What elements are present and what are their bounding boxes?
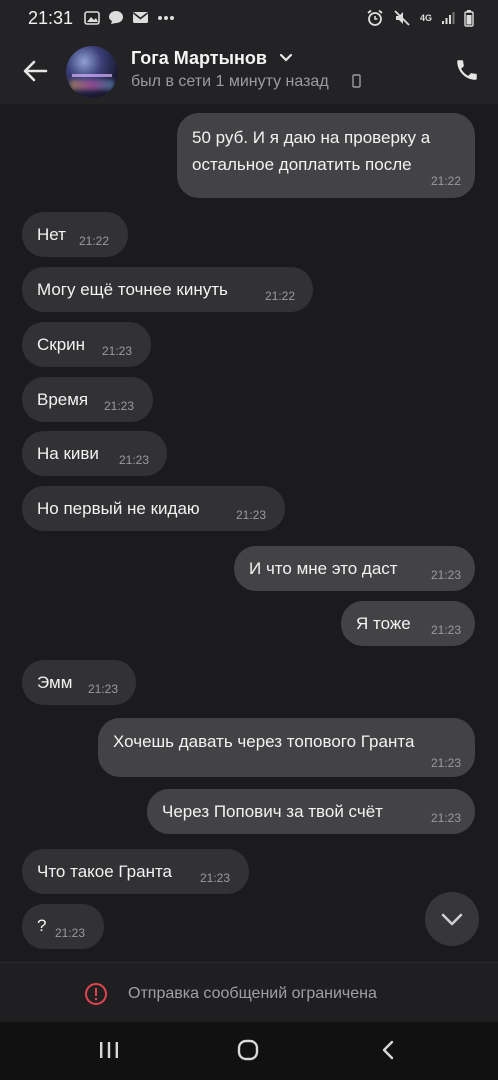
- back-icon[interactable]: [378, 1038, 398, 1062]
- message-time: 21:23: [430, 568, 461, 582]
- message-bubble-incoming[interactable]: Эмм 21:23: [22, 660, 136, 705]
- message-time: 21:23: [430, 811, 461, 825]
- battery-icon: [464, 9, 474, 27]
- message-bubble-incoming[interactable]: Но первый не кидаю 21:23: [22, 486, 285, 531]
- message-text: Скрин: [37, 335, 86, 354]
- message-bubble-incoming[interactable]: На киви 21:23: [22, 431, 167, 476]
- message-bubble-incoming[interactable]: Скрин 21:23: [22, 322, 151, 367]
- message-text-line: 50 руб. И я даю на проверку а: [192, 128, 431, 147]
- message-bubble-incoming[interactable]: Могу ещё точнее кинуть 21:22: [22, 267, 313, 312]
- mail-icon: [133, 12, 148, 23]
- message-time: 21:22: [265, 289, 296, 303]
- chat-header: Гога Мартынов был в сети 1 минуту назад: [0, 36, 498, 104]
- message-text: Но первый не кидаю: [37, 499, 200, 518]
- scroll-to-bottom-button[interactable]: [425, 892, 479, 946]
- last-seen-status: был в сети 1 минуту назад: [131, 73, 329, 90]
- message-bubble-incoming[interactable]: Время 21:23: [22, 377, 153, 422]
- message-text: На киви: [37, 444, 99, 463]
- message-bubble-incoming[interactable]: Нет 21:22: [22, 212, 128, 257]
- message-text: Нет: [37, 225, 66, 244]
- mobile-device-icon: [352, 74, 361, 88]
- message-text: Время: [37, 390, 89, 409]
- message-text: Я тоже: [356, 614, 411, 633]
- status-time: 21:31: [28, 8, 74, 28]
- chat-bubble-icon: [109, 11, 123, 24]
- message-text: Хочешь давать через топового Гранта: [113, 732, 415, 751]
- message-bubble-outgoing[interactable]: Хочешь давать через топового Гранта 21:2…: [98, 718, 475, 777]
- gallery-icon: [84, 10, 100, 25]
- network-type: 4G: [419, 13, 432, 23]
- arrow-left-icon[interactable]: [20, 56, 50, 86]
- phone-icon[interactable]: [454, 57, 480, 83]
- message-time: 21:23: [88, 682, 119, 696]
- message-text: И что мне это даст: [249, 559, 398, 578]
- message-time: 21:23: [430, 756, 461, 770]
- message-bubble-incoming[interactable]: Что такое Гранта 21:23: [22, 849, 249, 894]
- message-text-line: остальное доплатить после: [192, 155, 412, 174]
- message-time: 21:23: [102, 344, 133, 358]
- alarm-icon: [367, 9, 383, 26]
- chevron-down-icon[interactable]: [279, 53, 293, 62]
- signal-icon: [442, 12, 455, 24]
- message-time: 21:23: [55, 926, 86, 940]
- message-time: 21:23: [119, 453, 150, 467]
- message-bubble-outgoing[interactable]: Через Попович за твой счёт 21:23: [147, 789, 475, 834]
- message-time: 21:23: [104, 399, 135, 413]
- contact-name[interactable]: Гога Мартынов: [131, 48, 267, 69]
- message-time: 21:23: [236, 508, 267, 522]
- message-time: 21:23: [430, 623, 461, 637]
- message-bubble-incoming[interactable]: ? 21:23: [22, 904, 104, 949]
- message-time: 21:22: [79, 234, 110, 248]
- system-navigation-bar: [0, 1022, 498, 1080]
- message-bubble-outgoing[interactable]: И что мне это даст 21:23: [234, 546, 475, 591]
- message-text: ?: [37, 916, 47, 935]
- message-text: Что такое Гранта: [37, 862, 173, 881]
- home-icon[interactable]: [236, 1038, 260, 1062]
- message-restriction-bar: Отправка сообщений ограничена: [0, 962, 498, 1023]
- mute-icon: [394, 10, 410, 26]
- system-icons: 4G: [366, 9, 474, 27]
- message-list[interactable]: 50 руб. И я даю на проверку а остальное …: [0, 104, 498, 962]
- recents-icon[interactable]: [98, 1038, 120, 1062]
- avatar[interactable]: [66, 46, 118, 98]
- message-text: Через Попович за твой счёт: [162, 802, 383, 821]
- chevron-down-icon: [441, 913, 463, 926]
- restriction-text: Отправка сообщений ограничена: [128, 985, 377, 1002]
- notification-icons: [84, 10, 175, 25]
- status-bar: 21:31 4G: [0, 0, 498, 36]
- message-time: 21:22: [430, 174, 461, 188]
- more-icon: [158, 15, 174, 20]
- message-time: 21:23: [200, 871, 231, 885]
- message-text: Эмм: [37, 673, 73, 692]
- message-bubble-outgoing[interactable]: Я тоже 21:23: [341, 601, 475, 646]
- alert-circle-icon: [85, 983, 107, 1005]
- message-text: Могу ещё точнее кинуть: [37, 280, 228, 299]
- message-bubble-outgoing[interactable]: 50 руб. И я даю на проверку а остальное …: [177, 113, 475, 198]
